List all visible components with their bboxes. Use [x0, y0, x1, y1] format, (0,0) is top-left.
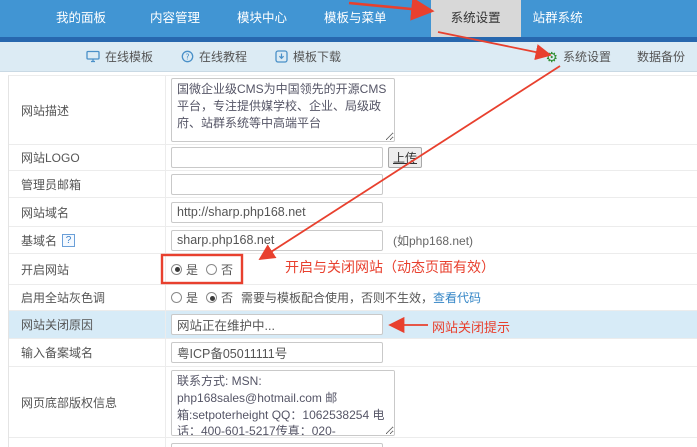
site-domain-input[interactable] [171, 202, 383, 223]
system-settings-label: 系统设置 [563, 48, 611, 65]
open-site-annotation: 开启与关闭网站（动态页面有效） [285, 257, 495, 277]
row-site-domain: 网站域名 [9, 198, 697, 227]
online-tutorial-button[interactable]: ? 在线教程 [181, 48, 247, 65]
download-icon [275, 50, 288, 63]
base-domain-label-text: 基域名 [21, 232, 57, 249]
gray-mode-no-label: 否 [221, 289, 233, 306]
site-open-no-radio[interactable] [206, 264, 217, 275]
data-backup-label: 数据备份 [637, 48, 685, 65]
gray-mode-yes-radio[interactable] [171, 292, 182, 303]
admin-email-label: 管理员邮箱 [9, 171, 166, 197]
monitor-icon [86, 50, 100, 63]
close-reason-input[interactable] [171, 314, 383, 335]
row-admin-email: 管理员邮箱 [9, 171, 697, 198]
site-description-textarea[interactable]: 国微企业级CMS为中国领先的开源CMS平台，专注提供媒学校、企业、局级政府、站群… [171, 78, 395, 142]
site-logo-input[interactable] [171, 147, 383, 168]
tab-my-panel[interactable]: 我的面板 [56, 0, 106, 37]
site-logo-label: 网站LOGO [9, 145, 166, 170]
gray-mode-no-radio[interactable] [206, 292, 217, 303]
close-reason-annotation: 网站关闭提示 [432, 317, 510, 336]
row-site-description: 网站描述 国微企业级CMS为中国领先的开源CMS平台，专注提供媒学校、企业、局级… [9, 76, 697, 145]
tab-site-group[interactable]: 站群系统 [533, 0, 583, 37]
site-description-label: 网站描述 [9, 76, 166, 144]
footer-copyright-textarea[interactable]: 联系方式: MSN: php168sales@hotmail.com 邮箱:se… [171, 370, 395, 436]
admin-email-input[interactable] [171, 174, 383, 195]
row-footer-copyright: 网页底部版权信息 联系方式: MSN: php168sales@hotmail.… [9, 367, 697, 438]
help-icon[interactable]: ? [62, 234, 75, 247]
online-template-label: 在线模板 [105, 48, 153, 65]
data-backup-button[interactable]: 数据备份 [637, 48, 685, 65]
tab-system-settings[interactable]: 系统设置 [431, 0, 521, 37]
partial-input[interactable] [171, 443, 383, 447]
site-open-yes-radio[interactable] [171, 264, 182, 275]
base-domain-input[interactable] [171, 230, 383, 251]
site-open-no-label: 否 [221, 261, 233, 278]
online-template-button[interactable]: 在线模板 [86, 48, 153, 65]
gear-icon: ⚙ [545, 50, 558, 64]
template-download-label: 模板下载 [293, 48, 341, 65]
gray-mode-yes-label: 是 [186, 289, 198, 306]
template-download-button[interactable]: 模板下载 [275, 48, 341, 65]
row-close-reason: 网站关闭原因 [9, 311, 697, 339]
site-open-label: 开启网站 [9, 254, 166, 284]
close-reason-label: 网站关闭原因 [9, 311, 166, 338]
icp-number-label: 输入备案域名 [9, 339, 166, 366]
footer-copyright-label: 网页底部版权信息 [9, 367, 166, 437]
site-open-yes-label: 是 [186, 261, 198, 278]
tab-content-management[interactable]: 内容管理 [150, 0, 200, 37]
tab-template-menu[interactable]: 模板与菜单 [324, 0, 387, 37]
row-partial [9, 438, 697, 447]
row-gray-mode: 启用全站灰色调 是 否 需要与模板配合使用，否则不生效，查看代码 [9, 285, 697, 311]
base-domain-label: 基域名 ? [9, 227, 166, 253]
secondary-toolbar: 在线模板 ? 在线教程 模板下载 ⚙ 系统设置 数据备份 [0, 42, 697, 72]
tab-module-center[interactable]: 模块中心 [237, 0, 287, 37]
gray-mode-label: 启用全站灰色调 [9, 285, 166, 310]
partial-row-label [9, 438, 166, 447]
top-nav: 我的面板 内容管理 模块中心 模板与菜单 系统设置 站群系统 [0, 0, 697, 37]
upload-button[interactable]: 上传 [388, 147, 422, 168]
admin-settings-page: 我的面板 内容管理 模块中心 模板与菜单 系统设置 站群系统 在线模板 ? 在线… [0, 0, 697, 447]
svg-text:?: ? [185, 52, 189, 61]
base-domain-note: (如php168.net) [393, 232, 473, 249]
row-site-logo: 网站LOGO 上传 [9, 145, 697, 171]
row-icp-number: 输入备案域名 [9, 339, 697, 367]
tutorial-icon: ? [181, 50, 194, 63]
row-base-domain: 基域名 ? (如php168.net) [9, 227, 697, 254]
site-domain-label: 网站域名 [9, 198, 166, 226]
online-tutorial-label: 在线教程 [199, 48, 247, 65]
system-settings-button[interactable]: ⚙ 系统设置 [545, 48, 611, 65]
gray-mode-note: 需要与模板配合使用，否则不生效， [241, 289, 433, 306]
view-code-link[interactable]: 查看代码 [433, 289, 481, 306]
icp-number-input[interactable] [171, 342, 383, 363]
